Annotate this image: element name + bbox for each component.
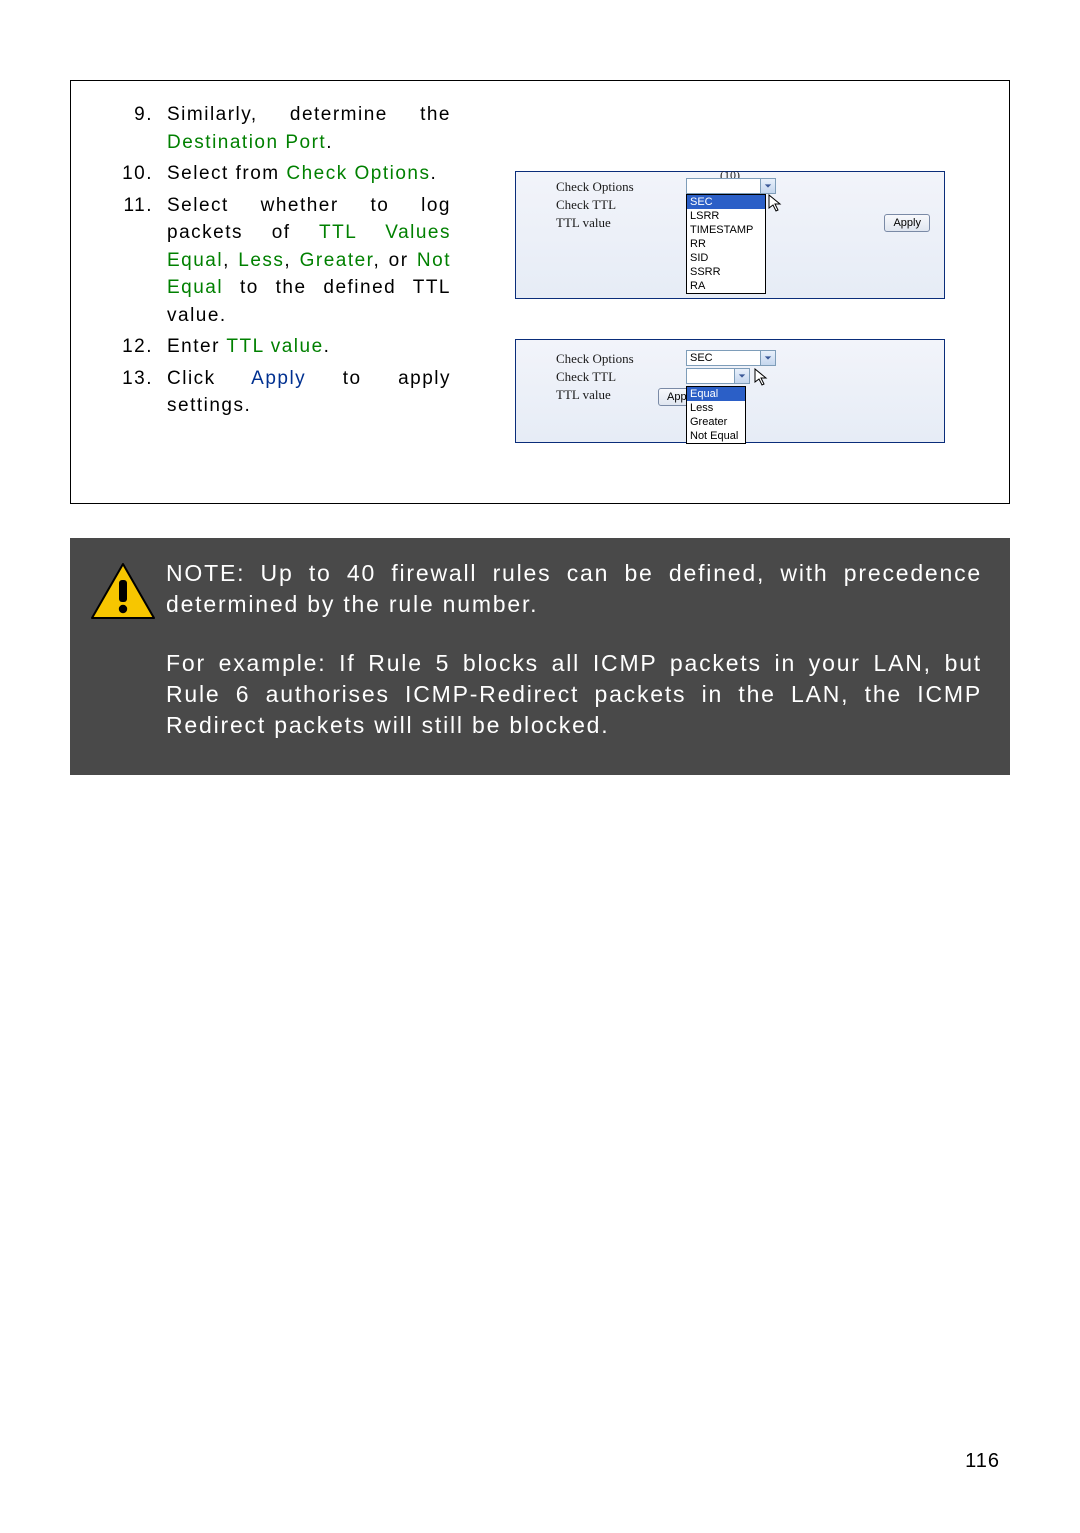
step-10: 10. Select from Check Options. xyxy=(111,160,451,188)
page: 9. Similarly, determine the Destination … xyxy=(0,0,1080,1533)
step-11: 11. Select whether to log packets of TTL… xyxy=(111,192,451,330)
dropdown-option[interactable]: Greater xyxy=(687,415,745,429)
row-check-ttl: Check TTL SEC LSRR TIMESTAMP RR SID SSRR… xyxy=(556,196,932,214)
text: . xyxy=(326,132,333,153)
text: Enter xyxy=(167,336,226,357)
select-value: SEC xyxy=(690,352,713,364)
row-check-ttl: Check TTL xyxy=(556,368,932,386)
step-text: Select from Check Options. xyxy=(167,160,451,188)
dropdown-option[interactable]: Less xyxy=(687,401,745,415)
text: Similarly, determine the xyxy=(167,104,451,125)
step-number: 12. xyxy=(111,333,167,361)
warning-icon xyxy=(80,558,166,741)
term-less: Less xyxy=(238,250,284,271)
step-12: 12. Enter TTL value. xyxy=(111,333,451,361)
term-apply: Apply xyxy=(251,368,306,389)
label-check-ttl: Check TTL xyxy=(556,197,686,213)
instruction-box: 9. Similarly, determine the Destination … xyxy=(70,80,1010,504)
dropdown-option[interactable]: RA xyxy=(687,279,765,293)
row-check-options: Check Options SEC xyxy=(556,350,932,368)
check-ttl-select[interactable] xyxy=(686,368,750,384)
chevron-down-icon[interactable] xyxy=(734,369,749,383)
dropdown-option[interactable]: RR xyxy=(687,237,765,251)
cursor-icon xyxy=(768,194,784,218)
screenshots-column: (10) Check Options Check xyxy=(471,101,989,483)
panel-check-options: (10) Check Options Check xyxy=(515,171,945,299)
step-text: Click Apply to apply settings. xyxy=(167,365,451,420)
cursor-icon xyxy=(754,368,770,392)
term-greater: Greater xyxy=(300,250,374,271)
term-ttl-value: TTL value xyxy=(226,336,323,357)
row-ttl-value: TTL value Equal Less Greater Not Equal xyxy=(556,386,932,404)
label-check-options: Check Options xyxy=(556,351,686,367)
dropdown-option[interactable]: SID xyxy=(687,251,765,265)
text: . xyxy=(324,336,331,357)
text: Select from xyxy=(167,163,286,184)
text: , xyxy=(284,250,299,271)
dropdown-option[interactable]: Equal xyxy=(687,387,745,401)
check-options-dropdown[interactable]: SEC LSRR TIMESTAMP RR SID SSRR RA xyxy=(686,194,766,294)
text: . xyxy=(431,163,438,184)
step-text: Select whether to log packets of TTL Val… xyxy=(167,192,451,330)
label-ttl-value: TTL value xyxy=(556,215,686,231)
dropdown-option[interactable]: SSRR xyxy=(687,265,765,279)
apply-button[interactable]: Apply xyxy=(884,214,930,232)
check-ttl-dropdown[interactable]: Equal Less Greater Not Equal xyxy=(686,386,746,444)
label-check-options: Check Options xyxy=(556,179,686,195)
panel-check-ttl: Check Options SEC Check TTL xyxy=(515,339,945,443)
chevron-down-icon[interactable] xyxy=(760,179,775,193)
step-number: 10. xyxy=(111,160,167,188)
step-13: 13. Click Apply to apply settings. xyxy=(111,365,451,420)
term-destination-port: Destination Port xyxy=(167,132,326,153)
check-options-select[interactable] xyxy=(686,178,776,194)
dropdown-option[interactable]: Not Equal xyxy=(687,429,745,443)
note-paragraph-2: For example: If Rule 5 blocks all ICMP p… xyxy=(166,648,982,741)
dropdown-option[interactable]: SEC xyxy=(687,195,765,209)
check-options-select[interactable]: SEC xyxy=(686,350,776,366)
step-number: 11. xyxy=(111,192,167,330)
page-number: 116 xyxy=(965,1450,1000,1473)
text: , or xyxy=(373,250,416,271)
label-check-ttl: Check TTL xyxy=(556,369,686,385)
step-text: Enter TTL value. xyxy=(167,333,451,361)
note-box: NOTE: Up to 40 firewall rules can be def… xyxy=(70,538,1010,775)
note-text: NOTE: Up to 40 firewall rules can be def… xyxy=(166,558,982,741)
term-check-options: Check Options xyxy=(286,163,430,184)
chevron-down-icon[interactable] xyxy=(760,351,775,365)
step-number: 9. xyxy=(111,101,167,156)
step-9: 9. Similarly, determine the Destination … xyxy=(111,101,451,156)
text: Click xyxy=(167,368,251,389)
dropdown-option[interactable]: LSRR xyxy=(687,209,765,223)
text: , xyxy=(223,250,238,271)
step-text: Similarly, determine the Destination Por… xyxy=(167,101,451,156)
note-paragraph-1: NOTE: Up to 40 firewall rules can be def… xyxy=(166,558,982,620)
step-number: 13. xyxy=(111,365,167,420)
steps-column: 9. Similarly, determine the Destination … xyxy=(111,101,471,483)
dropdown-option[interactable]: TIMESTAMP xyxy=(687,223,765,237)
